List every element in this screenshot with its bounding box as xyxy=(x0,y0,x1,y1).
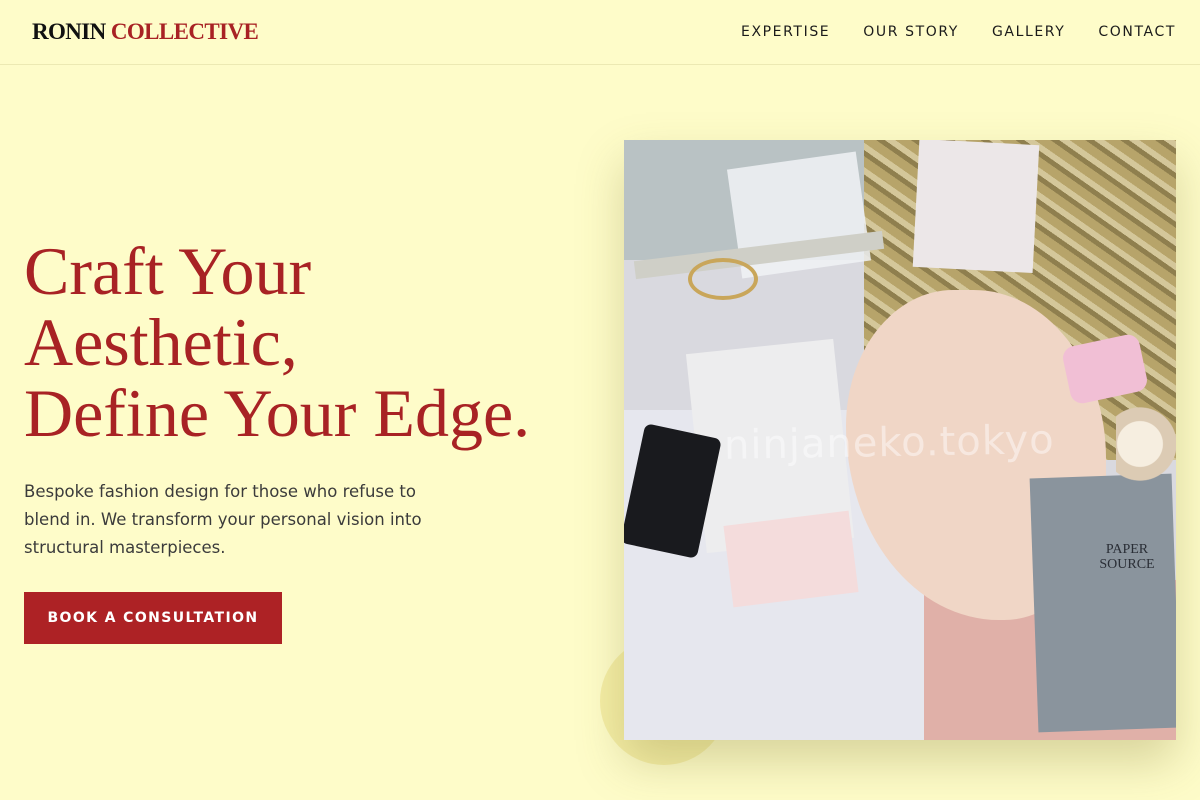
pink-card xyxy=(723,510,859,608)
nav-link-our-story[interactable]: OUR STORY xyxy=(863,24,959,40)
hero-image: ninjaneko.tokyo PAPER SOURCE xyxy=(624,140,1176,740)
hero-title: Craft Your Aesthetic, Define Your Edge. xyxy=(24,236,604,449)
book-consultation-button[interactable]: BOOK A CONSULTATION xyxy=(24,592,282,644)
hero-title-line-2: Aesthetic, xyxy=(24,304,298,380)
logo-primary: RONIN xyxy=(32,19,106,44)
main-nav: EXPERTISE OUR STORY GALLERY CONTACT xyxy=(741,24,1176,40)
nav-link-gallery[interactable]: GALLERY xyxy=(992,24,1065,40)
hero-title-line-3: Define Your Edge. xyxy=(24,375,531,451)
nav-link-contact[interactable]: CONTACT xyxy=(1098,24,1176,40)
site-header: RONIN COLLECTIVE EXPERTISE OUR STORY GAL… xyxy=(0,0,1200,65)
scissors xyxy=(688,258,758,300)
hero-subtitle: Bespoke fashion design for those who ref… xyxy=(24,482,422,557)
paper-source-stamp: PAPER SOURCE xyxy=(1099,542,1155,572)
image-watermark: ninjaneko.tokyo xyxy=(723,417,1056,469)
envelope xyxy=(912,140,1040,274)
nav-link-expertise[interactable]: EXPERTISE xyxy=(741,24,830,40)
logo[interactable]: RONIN COLLECTIVE xyxy=(32,19,259,45)
hero-title-line-1: Craft Your xyxy=(24,233,312,309)
logo-accent: COLLECTIVE xyxy=(110,19,259,44)
roses xyxy=(1116,396,1176,516)
